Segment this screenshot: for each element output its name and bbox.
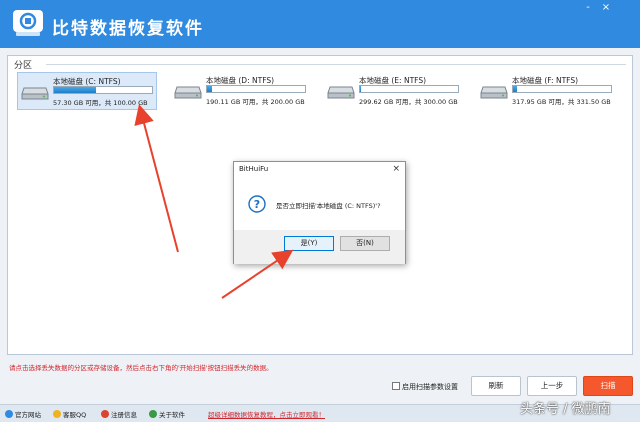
confirm-scan-dialog: BitHuiFu × ? 是否立即扫描'本地磁盘 (C: NTFS)'? 是(Y… [233,161,406,264]
support-qq-link[interactable]: 客服QQ [53,409,86,419]
info-icon [149,410,157,418]
hard-drive-icon [174,86,202,99]
dialog-body: ? 是否立即扫描'本地磁盘 (C: NTFS)'? [234,178,405,228]
support-qq-label: 客服QQ [63,411,87,419]
disk-usage-fill [360,86,361,92]
minimize-button[interactable]: - [581,2,595,14]
close-button[interactable]: × [599,2,613,14]
key-icon [101,410,109,418]
qq-icon [53,410,61,418]
instruction-hint: 请点击选择丢失数据的分区或存储设备，然后点击右下角的'开始扫描'按钮扫描丢失的数… [9,364,273,372]
svg-text:?: ? [254,198,260,211]
disk-info: 190.11 GB 可用，共 200.00 GB [206,98,305,106]
register-label: 注册信息 [111,411,137,419]
disk-item-d[interactable]: 本地磁盘 (D: NTFS) 190.11 GB 可用，共 200.00 GB [171,72,311,110]
yes-button[interactable]: 是(Y) [284,236,334,251]
section-label: 分区 [14,61,33,71]
app-title: 比特数据恢复软件 [52,19,204,39]
dialog-close-button[interactable]: × [392,164,400,174]
disk-usage-fill [513,86,517,92]
hard-drive-icon [327,86,355,99]
official-site-link[interactable]: 官方网站 [5,409,41,419]
register-link[interactable]: 注册信息 [101,409,137,419]
watermark-text: 头条号 / 微鹏南 [520,402,611,417]
disk-info: 317.95 GB 可用，共 331.50 GB [512,98,611,106]
about-label: 关于软件 [159,411,185,419]
disk-info: 299.62 GB 可用，共 300.00 GB [359,98,458,106]
disk-item-e[interactable]: 本地磁盘 (E: NTFS) 299.62 GB 可用，共 300.00 GB [324,72,464,110]
scan-params-label: 启用扫描参数设置 [402,383,458,391]
about-link[interactable]: 关于软件 [149,409,185,419]
disk-item-c[interactable]: 本地磁盘 (C: NTFS) 57.30 GB 可用，共 100.00 GB [17,72,157,110]
prev-step-button[interactable]: 上一步 [527,376,577,396]
hard-drive-icon [480,86,508,99]
hard-drive-icon [21,87,49,100]
disk-usage-fill [207,86,212,92]
dialog-title: BitHuiFu [239,165,269,173]
tutorial-link[interactable]: 超级详细数据恢复教程，点击立即观看！ [208,409,325,419]
dialog-message: 是否立即扫描'本地磁盘 (C: NTFS)'? [276,202,381,210]
disk-item-f[interactable]: 本地磁盘 (F: NTFS) 317.95 GB 可用，共 331.50 GB [477,72,617,110]
app-logo-icon [13,10,43,36]
globe-icon [5,410,13,418]
disk-usage-fill [54,87,97,93]
scan-params-checkbox[interactable]: 启用扫描参数设置 [392,382,458,392]
disk-info: 57.30 GB 可用，共 100.00 GB [53,99,148,107]
question-icon: ? [248,195,266,213]
disk-usage-bar [53,86,153,94]
section-divider [46,64,626,65]
disk-usage-bar [206,85,306,93]
disk-usage-bar [512,85,612,93]
checkbox-box[interactable] [392,382,400,390]
title-bar: 比特数据恢复软件 - × [0,0,640,48]
refresh-button[interactable]: 刷新 [471,376,521,396]
dialog-footer: 是(Y) 否(N) [234,230,405,264]
no-button[interactable]: 否(N) [340,236,390,251]
official-site-label: 官方网站 [15,411,41,419]
scan-button[interactable]: 扫描 [583,376,633,396]
disk-usage-bar [359,85,459,93]
